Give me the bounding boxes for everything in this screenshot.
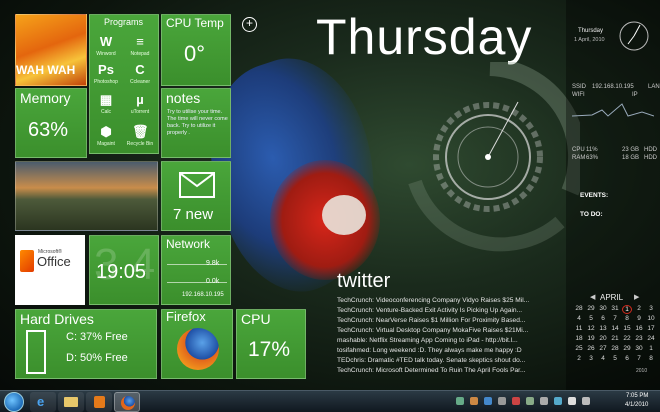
start-button[interactable]: [4, 392, 24, 412]
media-player-icon: [94, 396, 105, 408]
calendar-grid[interactable]: 28 29 30 31 1 2 3 4 5 6 7 8 9 10 11 12 1…: [574, 305, 658, 365]
mail-tile[interactable]: 7 new: [161, 161, 231, 231]
sidebar-date-full: 1 April, 2010: [574, 37, 605, 43]
cpu-temp-value: 0°: [184, 41, 206, 66]
clock-tile[interactable]: 3 4 19:05: [89, 235, 159, 305]
calculator-icon: ▦: [99, 92, 113, 107]
mail-icon: [179, 172, 215, 198]
tweet-4[interactable]: TechCrunch: Virtual Desktop Company Moka…: [337, 327, 528, 334]
notepad-icon: ≡: [136, 34, 144, 49]
mail-count: 7 new: [173, 206, 214, 223]
analog-clock-gadget: [619, 21, 649, 51]
tweet-6[interactable]: tosifahmed: Long weekend :D. They always…: [337, 347, 522, 354]
media-player-taskbar-button[interactable]: [86, 392, 112, 412]
wallpaper-photo-caption: WAH WAH: [16, 63, 76, 77]
drive-d-free: D: 50% Free: [66, 352, 128, 364]
cpu-tile[interactable]: CPU 17%: [236, 309, 306, 379]
calendar-year: 2010: [636, 368, 648, 374]
memory-title: Memory: [20, 90, 71, 106]
ccleaner-icon: C: [135, 62, 145, 77]
firefox-logo-icon: [177, 328, 219, 370]
taskbar: e 7:05 PM 4/1/2010: [0, 390, 660, 412]
sidebar-date-day: Thursday: [578, 28, 604, 34]
network-graph: [572, 103, 654, 117]
hard-drives-tile[interactable]: Hard Drives C: 37% Free D: 50% Free: [15, 309, 157, 379]
drive-c-free: C: 37% Free: [66, 331, 128, 343]
firefox-icon: [121, 396, 135, 410]
notes-tile[interactable]: notes Try to utilise your time. The time…: [161, 88, 231, 158]
firefox-tile[interactable]: Firefox: [161, 309, 233, 379]
system-tray[interactable]: [456, 397, 606, 407]
office-logo-icon: [20, 250, 34, 272]
internet-explorer-taskbar-button[interactable]: e: [30, 392, 56, 412]
memory-value: 63%: [28, 119, 69, 141]
cpu-temp-title: CPU Temp: [166, 16, 224, 30]
tweet-2[interactable]: TechCrunch: Venture-Backed Exit Activity…: [337, 307, 522, 314]
memory-tile[interactable]: Memory 63%: [15, 88, 87, 158]
wallpaper-photo-tile[interactable]: WAH WAH: [15, 14, 87, 86]
landscape-photo-tile[interactable]: [15, 161, 158, 231]
calendar-next-icon[interactable]: ▶: [634, 293, 639, 301]
taskbar-date[interactable]: 4/1/2010: [625, 402, 648, 408]
tweet-1[interactable]: TechCrunch: Videoconferencing Company Vi…: [337, 297, 529, 304]
network-down-value: 0.0k: [206, 278, 220, 285]
programs-title: Programs: [104, 17, 144, 27]
cpu-temp-tile[interactable]: CPU Temp 0°: [161, 14, 231, 86]
wallpaper-parrot-head: [322, 195, 366, 235]
calendar-month: APRIL: [600, 293, 624, 302]
events-label[interactable]: EVENTS:: [580, 192, 608, 199]
explorer-taskbar-button[interactable]: [58, 392, 84, 412]
tweet-7[interactable]: TEDchris: Dramatic #TED talk today. Sena…: [337, 357, 525, 364]
radial-clock-widget: [408, 62, 580, 252]
magaint-shortcut[interactable]: ⬢ Magaint: [90, 124, 124, 148]
network-title: Network: [166, 237, 211, 251]
tweet-3[interactable]: TechCrunch: NearVerse Raises $1 Million …: [337, 317, 525, 324]
utorrent-icon: µ: [136, 92, 144, 107]
cpu-value: 17%: [248, 338, 291, 361]
office-tile[interactable]: Microsoft® Office: [15, 235, 85, 305]
recycle-bin-shortcut[interactable]: 🗑 Recycle Bin: [122, 124, 158, 148]
tweet-8[interactable]: TechCrunch: Microsoft Determined To Ruin…: [337, 367, 526, 374]
internet-explorer-icon: e: [37, 394, 45, 409]
calendar-today: 1: [622, 305, 632, 314]
firefox-taskbar-button[interactable]: [114, 392, 140, 412]
winword-shortcut[interactable]: W Winword: [90, 34, 124, 58]
ccleaner-shortcut[interactable]: C Ccleaner: [122, 62, 158, 86]
hard-drives-title: Hard Drives: [20, 311, 94, 327]
folder-icon: [64, 397, 78, 407]
photoshop-shortcut[interactable]: Ps Photoshop: [90, 62, 124, 86]
sidebar-ip: 192.168.10.195: [592, 84, 634, 90]
recycle-bin-icon: 🗑: [132, 124, 149, 139]
calc-shortcut[interactable]: ▦ Calc: [90, 92, 124, 116]
gadget-sidebar: Thursday 1 April, 2010 SSID WIFI 192.168…: [566, 0, 660, 390]
calendar-prev-icon[interactable]: ◀: [590, 293, 595, 301]
programs-tile[interactable]: Programs W Winword ≡ Notepad Ps Photoshop C…: [89, 14, 159, 154]
cpu-title: CPU: [241, 311, 271, 327]
todo-label[interactable]: TO DO:: [580, 211, 603, 218]
tweet-5[interactable]: mashable: Netflix Streaming App Coming t…: [337, 337, 518, 344]
notes-title: notes: [166, 90, 201, 106]
add-tile-button[interactable]: +: [242, 17, 257, 32]
office-brand: Office: [37, 254, 71, 269]
photoshop-icon: Ps: [98, 62, 114, 77]
magaint-icon: ⬢: [100, 124, 112, 139]
network-ip: 192.168.10.195: [182, 292, 224, 298]
notepad-shortcut[interactable]: ≡ Notepad: [122, 34, 158, 58]
day-of-week: Thursday: [316, 9, 533, 65]
taskbar-time[interactable]: 7:05 PM: [626, 393, 648, 399]
winword-icon: W: [99, 34, 113, 49]
network-tile[interactable]: Network 9.8k 0.0k 192.168.10.195: [161, 235, 231, 305]
twitter-title: twitter: [337, 270, 391, 292]
firefox-title: Firefox: [166, 309, 206, 324]
utorrent-shortcut[interactable]: µ uTorrent: [122, 92, 158, 116]
twitter-feed[interactable]: TechCrunch: Videoconferencing Company Vi…: [337, 297, 562, 377]
drive-icon: [26, 330, 46, 374]
network-up-value: 9.8k: [206, 260, 220, 267]
notes-text: Try to utilise your time. The time will …: [167, 109, 228, 136]
clock-time: 19:05: [96, 261, 147, 283]
